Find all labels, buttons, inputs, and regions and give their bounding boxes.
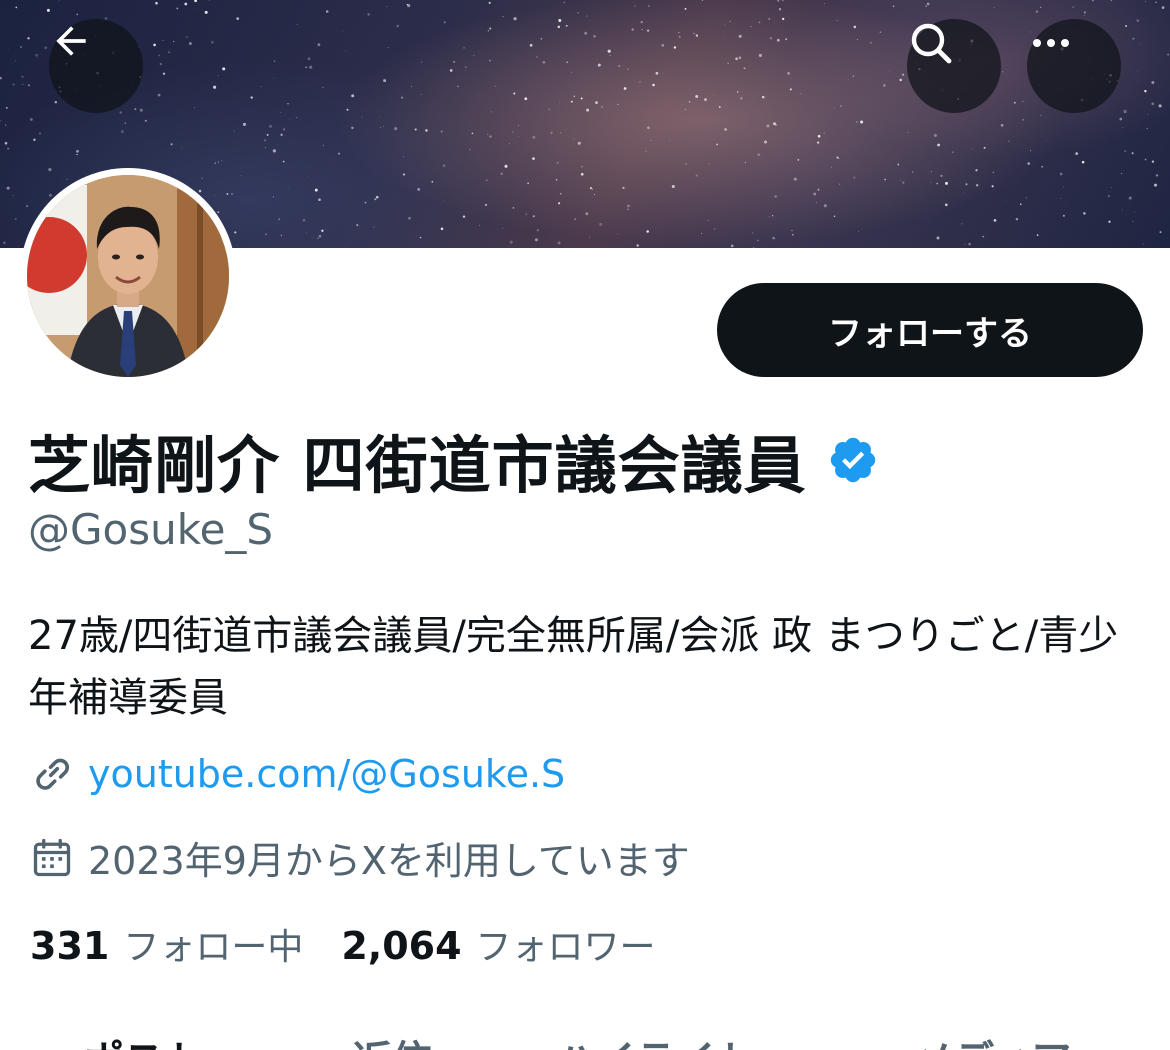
- profile-bio: 27歳/四街道市議会議員/完全無所属/会派 政 まつりごと/青少年補導委員: [28, 613, 1119, 721]
- more-horizontal-icon: [1033, 39, 1069, 47]
- following-stat[interactable]: 331 フォロー中: [30, 918, 303, 970]
- profile-tabs: ポスト 返信 ハイライト メディア: [0, 1028, 1170, 1050]
- display-name: 芝崎剛介 四街道市議会議員: [28, 429, 807, 502]
- profile-name-row: 芝崎剛介 四街道市議会議員: [28, 415, 879, 505]
- profile-handle: @Gosuke_S: [28, 505, 274, 554]
- tab-highlights[interactable]: ハイライト: [556, 1028, 755, 1050]
- tab-media[interactable]: メディア: [914, 1028, 1071, 1050]
- search-button[interactable]: [907, 19, 1001, 113]
- profile-website[interactable]: youtube.com/@Gosuke.S: [30, 752, 565, 796]
- followers-count: 2,064: [341, 924, 462, 968]
- website-link[interactable]: youtube.com/@Gosuke.S: [88, 752, 565, 796]
- calendar-icon: [33, 838, 71, 876]
- verified-badge-icon[interactable]: [827, 434, 879, 486]
- arrow-left-icon: [56, 26, 86, 56]
- avatar-photo: [27, 175, 229, 377]
- back-button[interactable]: [49, 19, 143, 113]
- more-options-button[interactable]: [1027, 19, 1121, 113]
- search-icon: [911, 23, 952, 64]
- followers-label: フォロワー: [475, 927, 656, 968]
- link-icon: [36, 758, 70, 790]
- following-label: フォロー中: [123, 927, 304, 968]
- followers-stat[interactable]: 2,064 フォロワー: [341, 918, 655, 970]
- profile-page: フォローする 芝崎剛介 四街道市議会議員 @Gosuke_S 27歳/四街道市議…: [0, 0, 1170, 1050]
- following-count: 331: [30, 924, 110, 968]
- tab-posts[interactable]: ポスト: [84, 1028, 204, 1050]
- follow-button[interactable]: フォローする: [717, 283, 1143, 377]
- profile-stats: 331 フォロー中 2,064 フォロワー: [30, 918, 694, 970]
- profile-join-date: 2023年9月からXを利用しています: [30, 830, 690, 885]
- avatar[interactable]: [20, 168, 236, 384]
- join-date-text: 2023年9月からXを利用しています: [88, 839, 690, 883]
- tab-replies[interactable]: 返信: [352, 1028, 432, 1050]
